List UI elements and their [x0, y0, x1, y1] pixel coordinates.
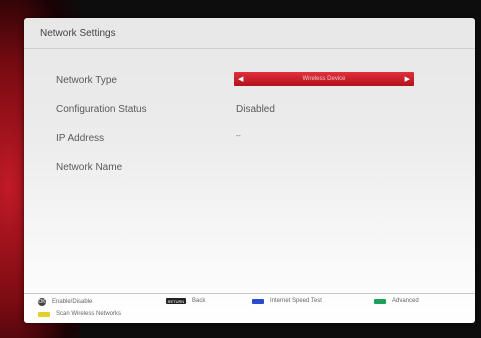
configuration-status-value: Disabled — [236, 104, 275, 115]
blue-button-icon — [252, 298, 264, 304]
configuration-status-label: Configuration Status — [56, 104, 147, 115]
ok-icon: OK — [38, 298, 46, 306]
ip-address-label: IP Address — [56, 133, 105, 144]
network-type-label: Network Type — [56, 75, 117, 86]
hint-back[interactable]: RETURN Back — [166, 298, 205, 304]
hint-enable-label: Enable/Disable — [52, 299, 93, 305]
hint-scan-label: Scan Wireless Networks — [56, 311, 122, 317]
hint-advanced-label: Advanced — [392, 298, 419, 304]
yellow-button-icon — [38, 311, 50, 317]
network-type-selector[interactable]: ◀ Wireless Device ▶ — [234, 72, 414, 86]
hint-back-label: Back — [192, 298, 206, 304]
page-title: Network Settings — [40, 28, 116, 39]
ip-address-value: -- — [236, 133, 241, 140]
green-button-icon — [374, 298, 386, 304]
arrow-left-icon[interactable]: ◀ — [238, 75, 243, 83]
title-bar: Network Settings — [24, 18, 475, 49]
hint-scan-networks[interactable]: Scan Wireless Networks — [38, 311, 121, 317]
network-settings-panel: Network Settings Network Type ◀ Wireless… — [24, 18, 475, 323]
network-type-value: Wireless Device — [302, 76, 346, 82]
network-name-label: Network Name — [56, 162, 123, 173]
hint-internet-speed-test[interactable]: Internet Speed Test — [252, 298, 322, 304]
arrow-right-icon[interactable]: ▶ — [405, 75, 410, 83]
hint-advanced[interactable]: Advanced — [374, 298, 419, 304]
hint-speed-label: Internet Speed Test — [270, 298, 322, 304]
footer-hints: OK Enable/Disable RETURN Back Internet S… — [24, 293, 475, 324]
return-icon: RETURN — [166, 298, 186, 304]
hint-enable-disable[interactable]: OK Enable/Disable — [38, 298, 92, 306]
